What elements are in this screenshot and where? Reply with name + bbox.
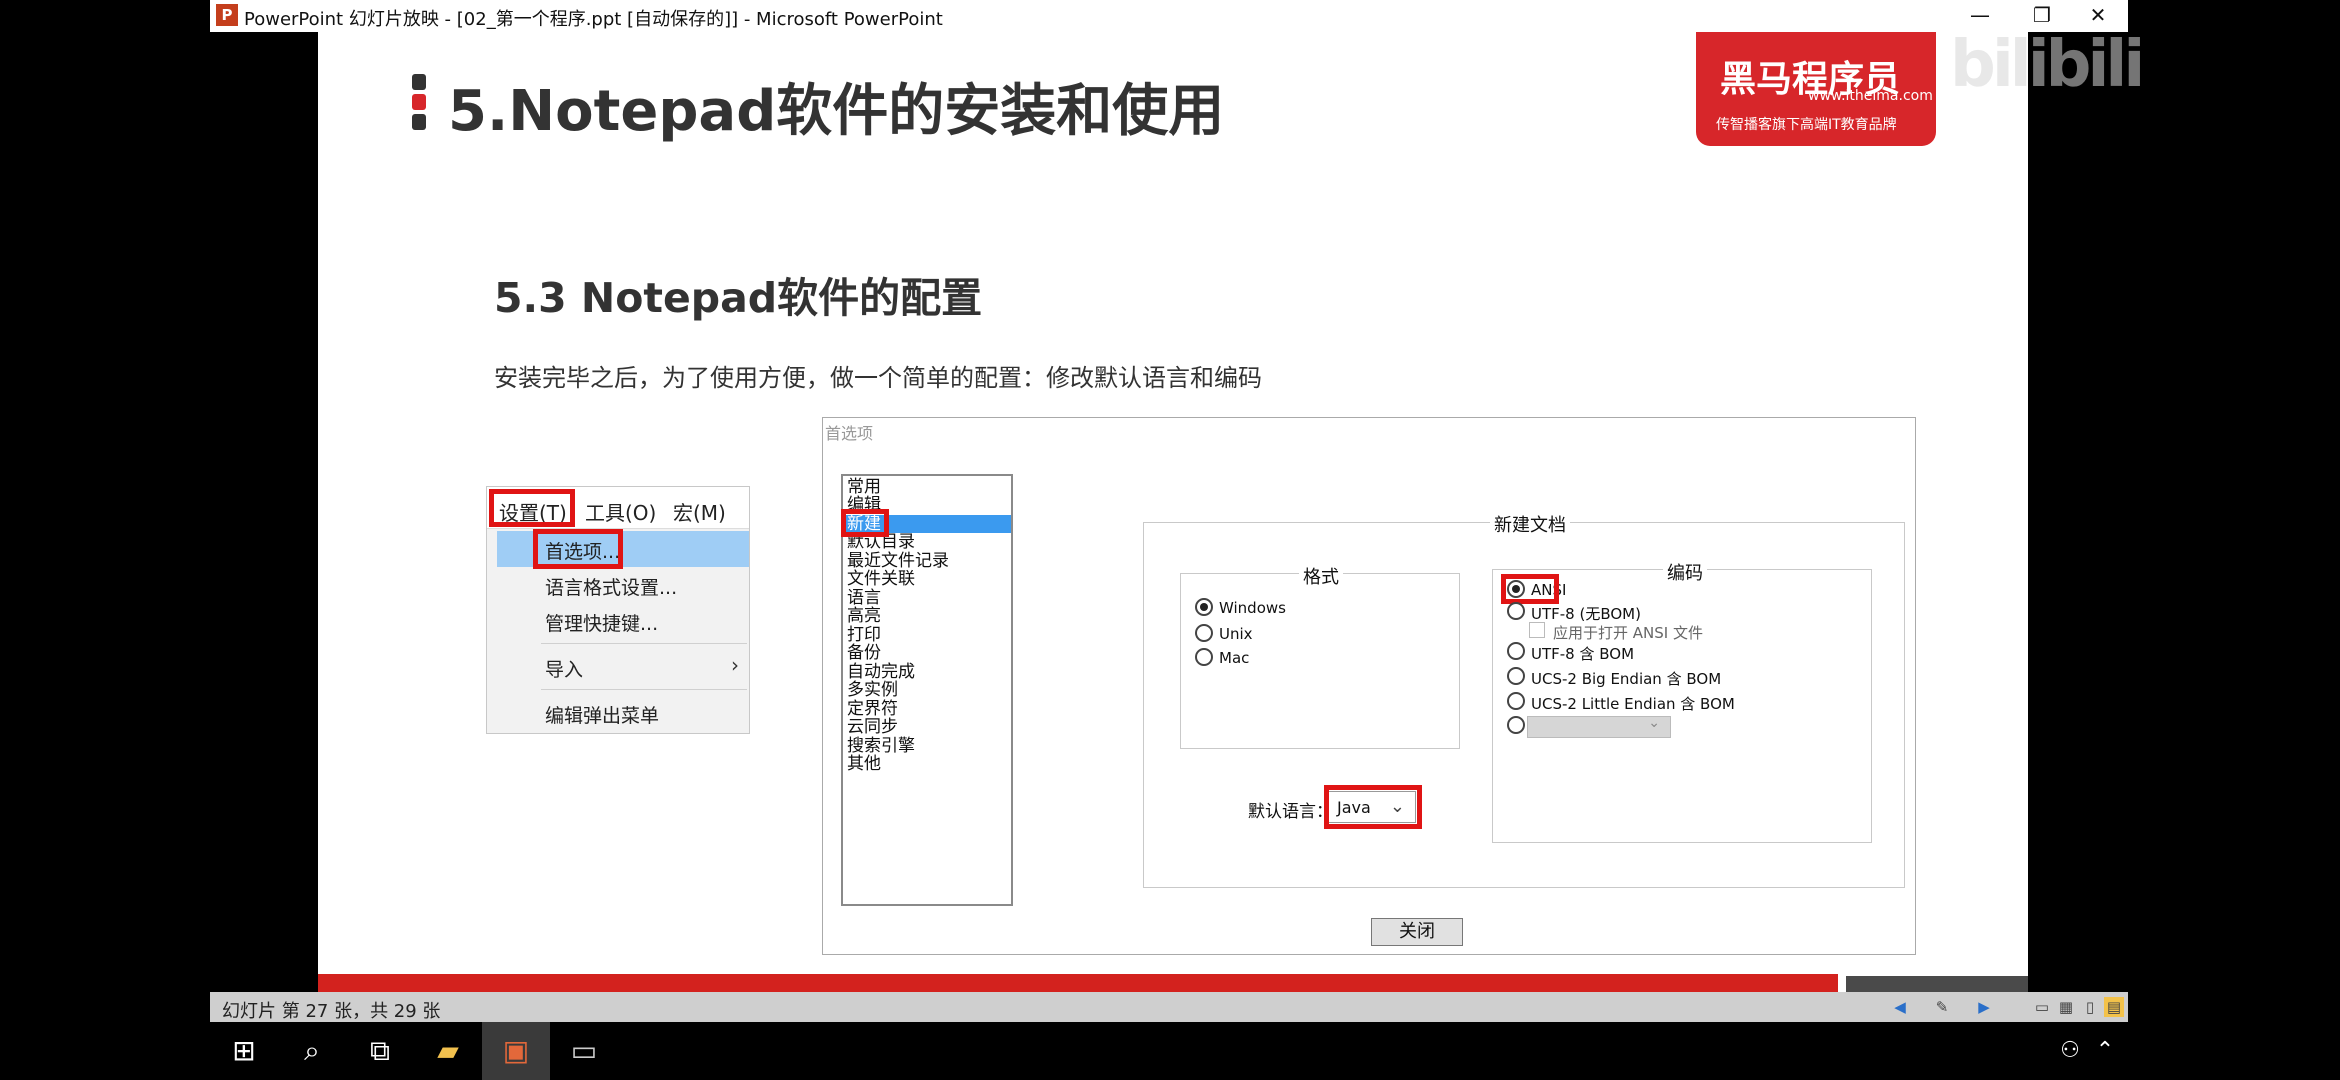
menu-item-shortcuts[interactable]: 管理快捷键... [545,609,658,636]
normal-view-icon[interactable]: ▭ [2032,997,2052,1017]
encoding-radio-other[interactable] [1507,716,1525,734]
highlight-box [1501,574,1559,604]
radio-label: Mac [1219,649,1250,667]
format-radio-windows[interactable] [1195,598,1213,616]
previous-slide-icon[interactable]: ◀ [1890,997,1910,1017]
category-item[interactable]: 其他 [847,755,881,773]
chevron-down-icon: ⌄ [1648,715,1660,731]
group-title: 新建文档 [1490,511,1570,537]
category-item[interactable]: 备份 [847,644,881,662]
encoding-group: 编码 ANSI UTF-8 (无BOM) 应用于打开 ANSI 文件 UTF-8… [1492,559,1872,843]
taskbar: ⊞ ⌕ ⧉ ▰ ▣ ▭ ⚇ ⌃ [210,1022,2128,1080]
next-slide-icon[interactable]: ▶ [1974,997,1994,1017]
category-list: 常用 编辑 新建 默认目录 最近文件记录 文件关联 语言 高亮 打印 备份 自动… [841,474,1013,906]
menu-item-edit-popup[interactable]: 编辑弹出菜单 [545,701,659,728]
radio-label: UCS-2 Little Endian 含 BOM [1531,695,1735,713]
search-icon[interactable]: ⌕ [278,1022,346,1080]
category-item[interactable]: 搜索引擎 [847,737,915,755]
slideshow-icon[interactable]: ▤ [2104,997,2124,1017]
encoding-radio-ucs2-le[interactable] [1507,692,1525,710]
window-title: PowerPoint 幻灯片放映 - [02_第一个程序.ppt [自动保存的]… [244,9,943,30]
encoding-other-select: ⌄ [1527,715,1671,738]
windows-start-icon[interactable]: ⊞ [210,1022,278,1080]
radio-label: UCS-2 Big Endian 含 BOM [1531,670,1722,688]
section-heading: 5.3 Notepad软件的配置 [494,274,983,322]
category-item[interactable]: 语言 [847,589,881,607]
slide-counter: 幻灯片 第 27 张，共 29 张 [222,1001,441,1022]
encoding-radio-utf8-bom[interactable] [1507,642,1525,660]
dialog-title: 首选项 [825,424,874,443]
category-item[interactable]: 云同步 [847,718,898,736]
default-language-label: 默认语言： [1248,802,1333,822]
highlight-box [841,509,889,537]
menu-item-import[interactable]: 导入 [545,655,583,682]
radio-label: Unix [1219,625,1253,643]
powerpoint-taskbar-icon[interactable]: ▣ [482,1022,550,1080]
encoding-radio-utf8[interactable] [1507,602,1525,620]
menu-separator [541,689,747,690]
highlight-box [489,489,575,527]
slide-footer-band-dark [1846,976,2028,992]
category-item[interactable]: 打印 [847,626,881,644]
slide-footer-band [318,974,1838,992]
status-bar: 幻灯片 第 27 张，共 29 张 ◀ ✎ ▶ ▭ ▦ ▯ ▤ [210,992,2128,1022]
slide-title: 5.Notepad软件的安装和使用 [448,79,1225,144]
menu-macro[interactable]: 宏(M) [673,497,726,526]
menu-separator [541,643,747,644]
sorter-view-icon[interactable]: ▦ [2056,997,2076,1017]
title-bar: P PowerPoint 幻灯片放映 - [02_第一个程序.ppt [自动保存… [210,0,2128,32]
chevron-right-icon: › [731,653,739,677]
close-dialog-button[interactable]: 关闭 [1371,918,1463,946]
task-view-icon[interactable]: ⧉ [346,1022,414,1080]
category-item[interactable]: 自动完成 [847,663,915,681]
format-radio-unix[interactable] [1195,624,1213,642]
slide: 5.Notepad软件的安装和使用 黑马程序员 www.itheima.com … [318,32,2028,992]
category-item[interactable]: 最近文件记录 [847,552,949,570]
encoding-radio-ucs2-be[interactable] [1507,667,1525,685]
new-document-group: 新建文档 格式 Windows Unix Mac 默认语言： Java ⌄ 编码… [1143,511,1905,888]
radio-label: UTF-8 (无BOM) [1531,605,1641,623]
group-title: 格式 [1299,563,1343,589]
section-description: 安装完毕之后，为了使用方便，做一个简单的配置：修改默认语言和编码 [494,364,1262,392]
format-radio-mac[interactable] [1195,648,1213,666]
reading-view-icon[interactable]: ▯ [2080,997,2100,1017]
title-bullet-icon [412,74,426,132]
category-item[interactable]: 文件关联 [847,570,915,588]
category-item[interactable]: 常用 [847,478,881,496]
format-group: 格式 Windows Unix Mac [1180,563,1460,749]
bilibili-watermark: bilibili [1950,28,2145,102]
powerpoint-icon: P [216,4,238,26]
preferences-dialog: 首选项 常用 编辑 新建 默认目录 最近文件记录 文件关联 语言 高亮 打印 备… [822,417,1916,955]
logo-url: www.itheima.com [1808,88,1933,104]
category-item[interactable]: 多实例 [847,681,898,699]
terminal-icon[interactable]: ▭ [550,1022,618,1080]
notes-icon[interactable]: ✎ [1932,997,1952,1017]
highlight-box [1324,785,1422,829]
highlight-box [533,529,623,569]
file-explorer-icon[interactable]: ▰ [414,1022,482,1080]
apply-ansi-checkbox[interactable] [1529,622,1545,638]
group-title: 编码 [1663,559,1707,585]
category-item[interactable]: 定界符 [847,700,898,718]
brand-logo: 黑马程序员 www.itheima.com 传智播客旗下高端IT教育品牌 [1696,32,1936,146]
menu-tools[interactable]: 工具(O) [585,497,656,526]
settings-menu-screenshot: 设置(T) 工具(O) 宏(M) 首选项... 语言格式设置... 管理快捷键.… [486,486,750,734]
logo-slogan: 传智播客旗下高端IT教育品牌 [1716,117,1897,133]
checkbox-label: 应用于打开 ANSI 文件 [1553,624,1703,642]
radio-label: UTF-8 含 BOM [1531,645,1635,663]
menu-item-language-format[interactable]: 语言格式设置... [545,573,677,600]
category-item[interactable]: 高亮 [847,607,881,625]
chevron-up-icon[interactable]: ⌃ [2082,1022,2128,1080]
radio-label: Windows [1219,599,1286,617]
